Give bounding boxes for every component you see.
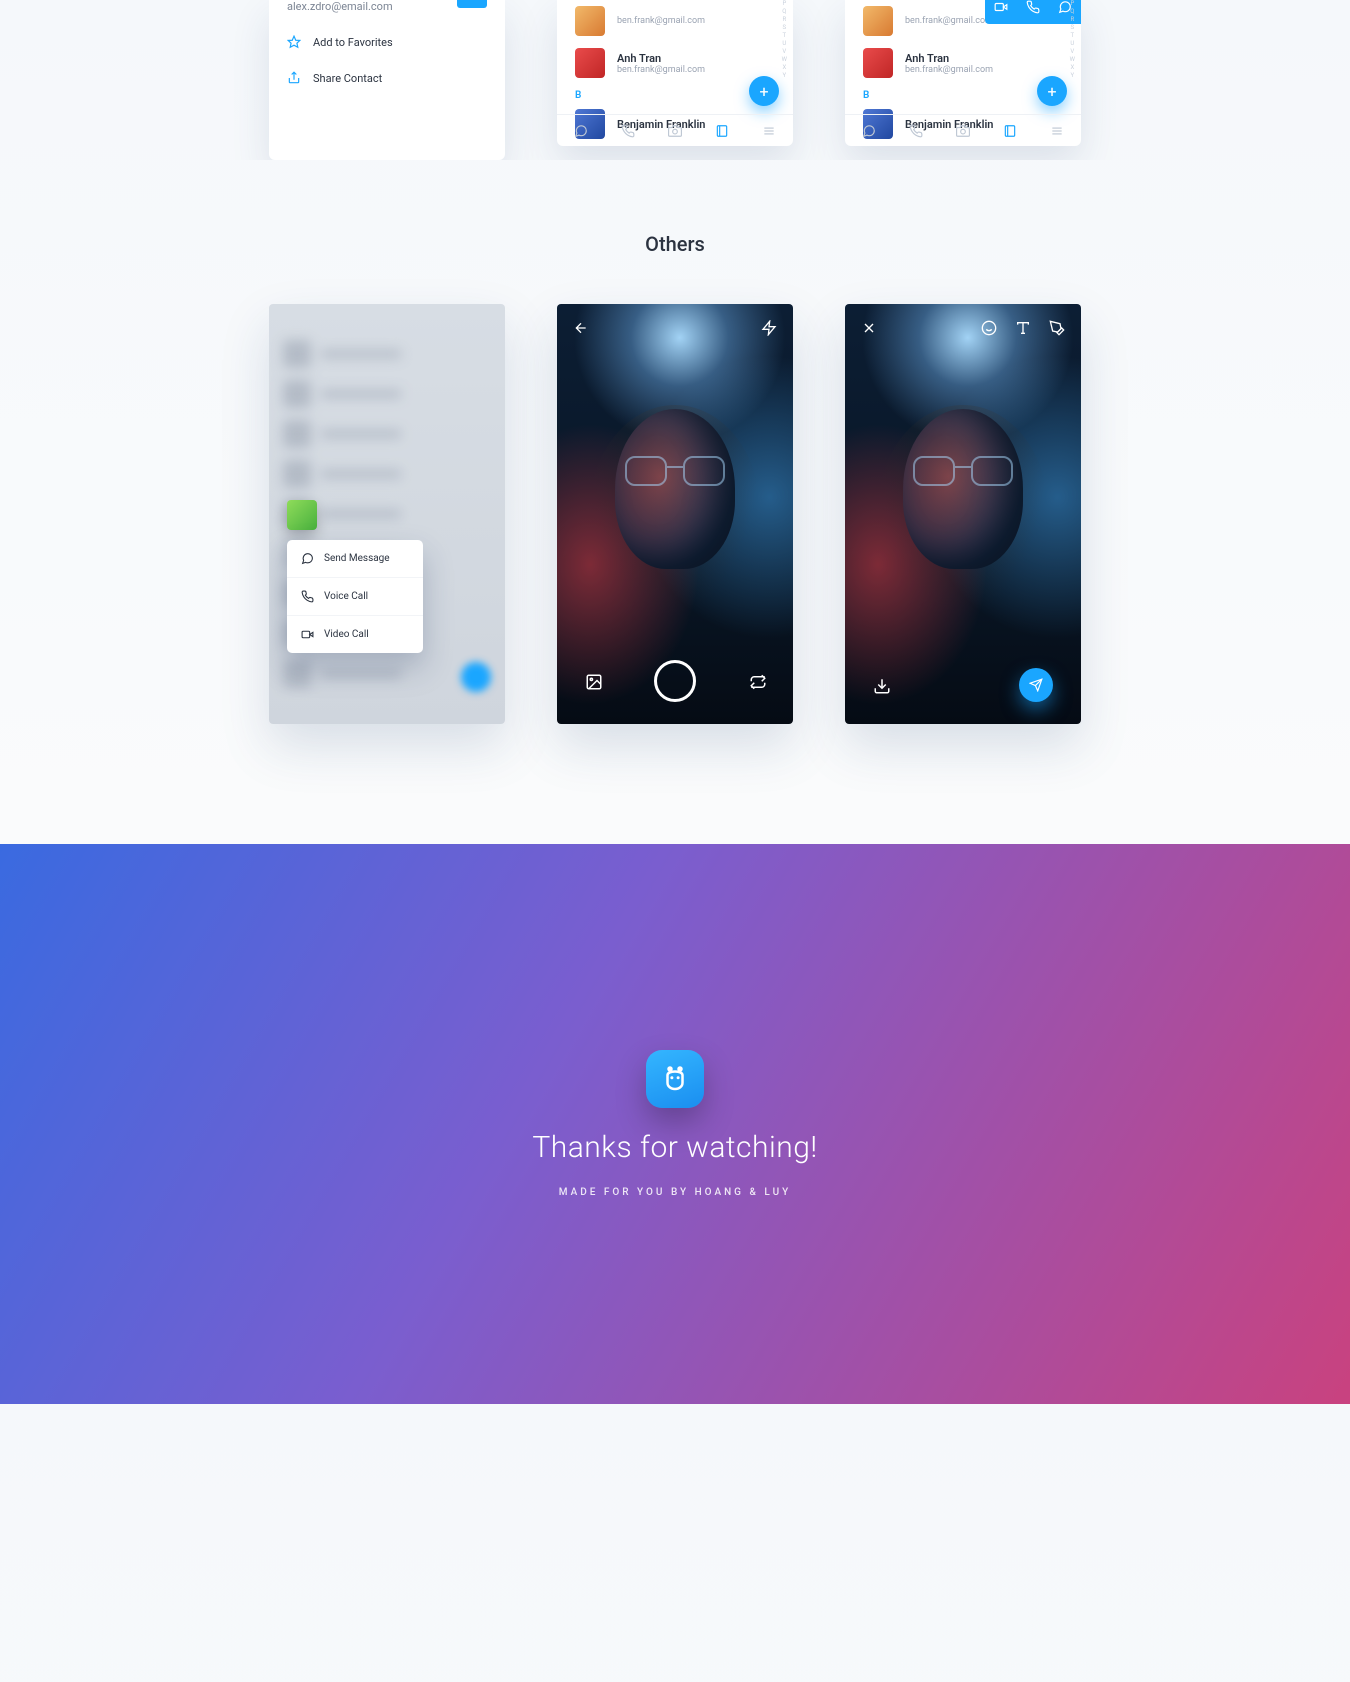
send-button[interactable]: [1019, 668, 1053, 702]
phone-icon[interactable]: [1026, 0, 1040, 14]
contact-name: Anh Tran: [617, 52, 705, 65]
add-contact-button[interactable]: +: [1037, 76, 1067, 106]
add-contact-button[interactable]: +: [749, 76, 779, 106]
phone-icon[interactable]: [621, 124, 635, 138]
menu-send-message[interactable]: Send Message: [287, 540, 423, 577]
footer: Thanks for watching! MADE FOR YOU BY HOA…: [0, 844, 1350, 1404]
avatar: [863, 6, 893, 36]
tabbar: [845, 114, 1081, 146]
chat-icon[interactable]: [574, 124, 588, 138]
selected-avatar: [287, 500, 317, 530]
option-label: Share Contact: [313, 72, 382, 85]
alpha-index[interactable]: P Q R S T U V W X Y: [782, 0, 787, 80]
menu-label: Video Call: [324, 629, 369, 640]
section-title-others: Others: [0, 232, 1350, 256]
avatar: [863, 48, 893, 78]
shutter-button[interactable]: [654, 660, 696, 702]
menu-icon[interactable]: [1050, 124, 1064, 138]
contact-action-strip: [985, 0, 1081, 24]
video-icon[interactable]: [994, 0, 1008, 14]
menu-label: Voice Call: [324, 591, 368, 602]
screen-photo-editor: [845, 304, 1081, 724]
draw-icon[interactable]: [1049, 320, 1065, 336]
message-icon: [301, 552, 314, 565]
option-add-favorites[interactable]: Add to Favorites: [287, 35, 487, 49]
avatar: [575, 6, 605, 36]
sticker-icon[interactable]: [981, 320, 997, 336]
avatar: [575, 48, 605, 78]
menu-icon[interactable]: [762, 124, 776, 138]
share-icon: [287, 71, 301, 85]
contact-email: ben.frank@gmail.com: [905, 65, 993, 75]
camera-icon[interactable]: [956, 124, 970, 138]
menu-video-call[interactable]: Video Call: [287, 615, 423, 653]
back-icon[interactable]: [573, 320, 589, 336]
screen-camera-capture: [557, 304, 793, 724]
footer-subtitle: MADE FOR YOU BY HOANG & LUY: [559, 1187, 791, 1198]
video-icon: [301, 628, 314, 641]
contacts-icon[interactable]: [715, 124, 729, 138]
option-label: Add to Favorites: [313, 36, 393, 49]
contacts-icon[interactable]: [1003, 124, 1017, 138]
tabbar: [557, 114, 793, 146]
menu-voice-call[interactable]: Voice Call: [287, 577, 423, 615]
star-icon: [287, 35, 301, 49]
contact-email: ben.frank@gmail.com: [905, 16, 993, 26]
camera-icon[interactable]: [668, 124, 682, 138]
menu-label: Send Message: [324, 553, 390, 564]
screen-contact-detail: alex.zdro@email.com Add to Favorites Sha…: [269, 0, 505, 160]
add-contact-button[interactable]: [461, 662, 491, 692]
download-icon[interactable]: [873, 677, 889, 693]
screen-context-menu: Send Message Voice Call Video Call: [269, 304, 505, 724]
context-menu: Send Message Voice Call Video Call: [287, 540, 423, 653]
text-icon[interactable]: [1015, 320, 1031, 336]
phone-icon[interactable]: [909, 124, 923, 138]
switch-camera-icon[interactable]: [749, 673, 765, 689]
chat-icon[interactable]: [862, 124, 876, 138]
contact-email: ben.frank@gmail.com: [617, 65, 705, 75]
option-share-contact[interactable]: Share Contact: [287, 71, 487, 85]
screen-contacts-list: ben.frank@gmail.com Anh Tran ben.frank@g…: [557, 0, 793, 146]
message-button[interactable]: [457, 0, 487, 8]
screen-contacts-list-selected: ben.frank@gmail.com Anh Tran ben.frank@g…: [845, 0, 1081, 146]
contact-row[interactable]: ben.frank@gmail.com: [557, 0, 793, 42]
phone-icon: [301, 590, 314, 603]
contact-name: Anh Tran: [905, 52, 993, 65]
close-icon[interactable]: [861, 320, 877, 336]
footer-title: Thanks for watching!: [532, 1130, 817, 1165]
contact-email: ben.frank@gmail.com: [617, 16, 705, 26]
app-logo-icon: [646, 1050, 704, 1108]
flash-icon[interactable]: [761, 320, 777, 336]
gallery-icon[interactable]: [585, 673, 601, 689]
alpha-index[interactable]: P Q R S T U V W X Y: [1070, 0, 1075, 80]
